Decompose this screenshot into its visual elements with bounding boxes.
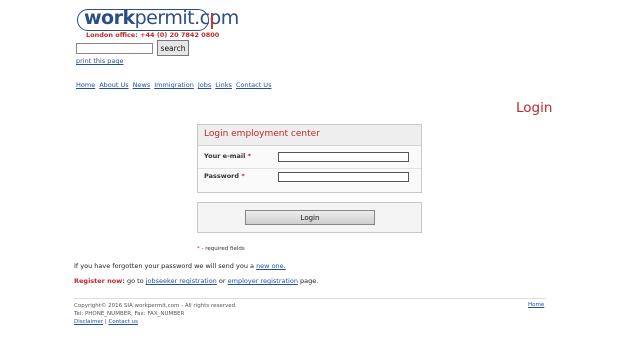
required-fields-note: * - required fields bbox=[197, 246, 245, 252]
logo-accent-bar bbox=[211, 13, 213, 29]
disclaimer-link[interactable]: Disclaimer bbox=[74, 319, 103, 325]
password-field[interactable] bbox=[278, 172, 409, 182]
footer: Copyright© 2016 SIA workpermit.com - All… bbox=[74, 303, 237, 325]
register-text: Register now: go to jobseeker registrati… bbox=[74, 277, 319, 285]
footer-home-link[interactable]: Home bbox=[528, 302, 544, 308]
contact-numbers: Tel: PHONE_NUMBER, Fax: FAX_NUMBER bbox=[74, 311, 185, 317]
login-panel-title: Login employment center bbox=[204, 129, 320, 139]
login-panel-header: Login employment center bbox=[198, 125, 421, 146]
password-label: Password * bbox=[204, 172, 245, 180]
email-label: Your e-mail * bbox=[204, 152, 252, 160]
footer-divider bbox=[74, 298, 546, 299]
logo-wordmark: workpermit.com bbox=[84, 7, 239, 29]
forgot-password-text: If you have forgotten your password we w… bbox=[74, 262, 286, 270]
search-button[interactable]: search bbox=[157, 40, 189, 56]
print-page-link[interactable]: print this page bbox=[76, 57, 124, 65]
login-actions-panel: Login bbox=[197, 202, 422, 233]
jobseeker-registration-link[interactable]: jobseeker registration bbox=[146, 277, 217, 285]
page-title: Login bbox=[516, 100, 553, 116]
main-nav: Home About Us News Immigration Jobs Link… bbox=[76, 81, 271, 89]
nav-contact-us[interactable]: Contact Us bbox=[236, 81, 272, 89]
copyright-text: Copyright© 2016 SIA workpermit.com - All… bbox=[74, 303, 237, 309]
employer-registration-link[interactable]: employer registration bbox=[228, 277, 298, 285]
nav-immigration[interactable]: Immigration bbox=[154, 81, 194, 89]
contact-us-link[interactable]: Contact us bbox=[108, 319, 138, 325]
nav-news[interactable]: News bbox=[133, 81, 151, 89]
search-input[interactable] bbox=[76, 43, 153, 54]
new-password-link[interactable]: new one. bbox=[256, 262, 286, 270]
row-divider bbox=[198, 168, 421, 169]
nav-about-us[interactable]: About Us bbox=[99, 81, 128, 89]
register-now-label: Register now: bbox=[74, 277, 125, 285]
login-button[interactable]: Login bbox=[245, 210, 375, 225]
nav-jobs[interactable]: Jobs bbox=[198, 81, 211, 89]
login-panel: Login employment center Your e-mail * Pa… bbox=[197, 124, 422, 193]
london-office-phone: London office: +44 (0) 20 7842 0800 bbox=[86, 31, 220, 39]
nav-home[interactable]: Home bbox=[76, 81, 95, 89]
site-logo[interactable]: workpermit.com bbox=[77, 7, 239, 31]
email-field[interactable] bbox=[278, 152, 409, 162]
nav-links[interactable]: Links bbox=[215, 81, 232, 89]
